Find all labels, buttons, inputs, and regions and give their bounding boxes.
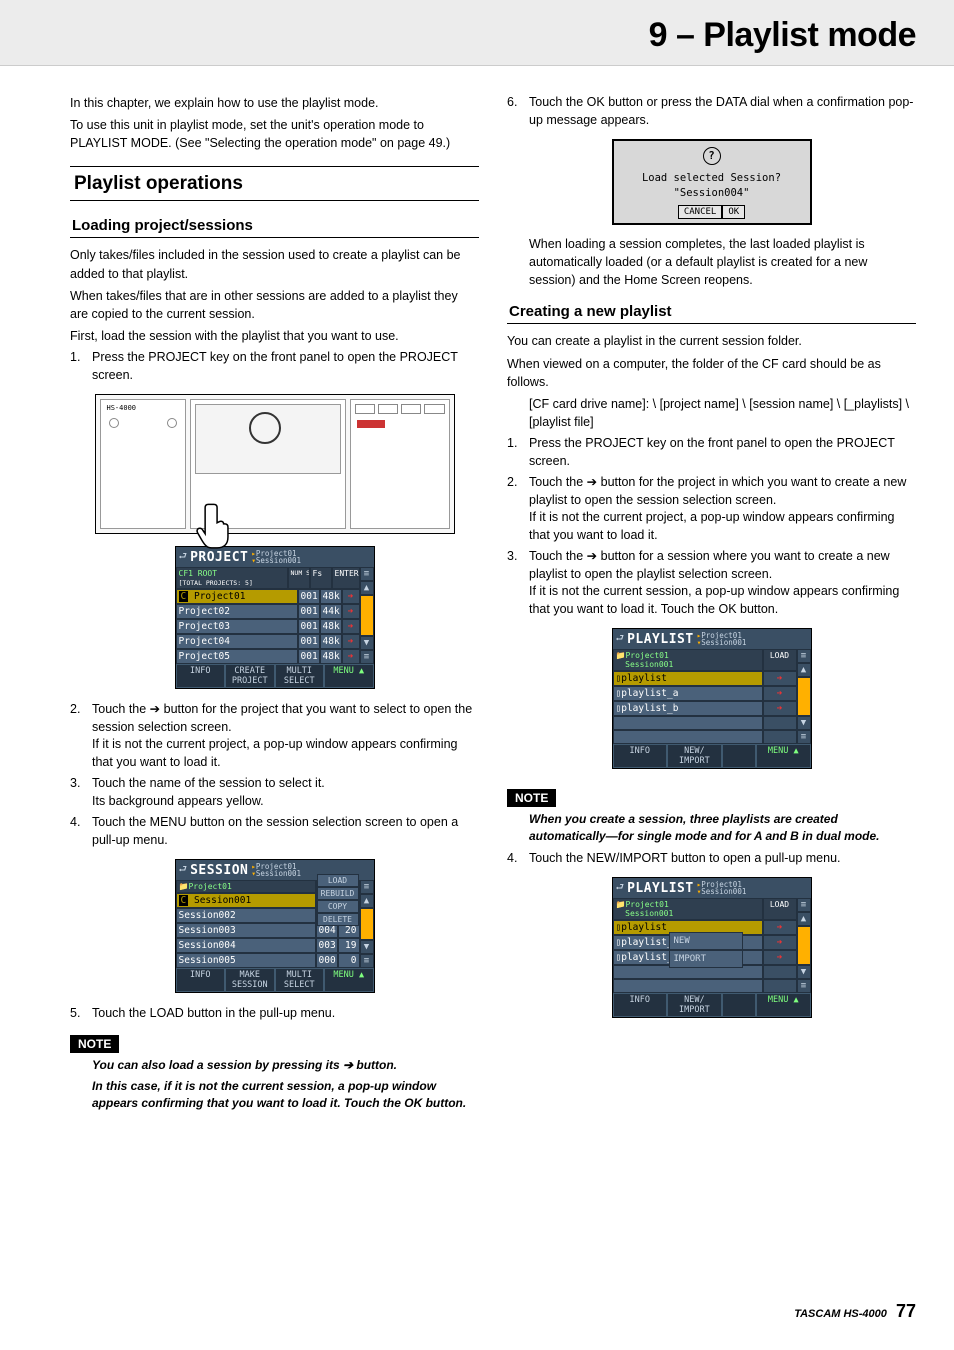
device-diagram: HS-4000 — [95, 394, 455, 534]
scroll-down-icon: ▼ — [360, 636, 374, 650]
r-step-2b: If it is not the current project, a pop-… — [529, 510, 894, 542]
new-import-pullup: NEW IMPORT — [669, 932, 743, 968]
step-3b: Its background appears yellow. — [92, 794, 264, 808]
cancel-button: CANCEL — [678, 205, 723, 219]
scroll-thumb — [360, 595, 374, 636]
step-2a: Touch the ➔ button for the project that … — [92, 702, 472, 734]
enter-arrow-icon: ➔ — [342, 589, 360, 604]
device-right-panel — [350, 399, 450, 529]
scroll-rail: ≡ ▲ ▼ ≡ — [360, 567, 374, 664]
chapter-title: 9 – Playlist mode — [0, 16, 916, 55]
note-label-r: NOTE — [507, 789, 556, 807]
device-mid-panel — [190, 399, 346, 529]
right-column: 6.Touch the OK button or press the DATA … — [507, 94, 916, 1117]
intro-para-1: In this chapter, we explain how to use t… — [70, 94, 479, 112]
back-icon: ⮐ — [179, 862, 188, 878]
scroll-bottom-icon: ≡ — [360, 650, 374, 664]
back-icon: ⮐ — [616, 880, 625, 896]
step-1: Press the PROJECT key on the front panel… — [92, 349, 479, 384]
scroll-up-icon: ▲ — [360, 581, 374, 595]
jog-wheel-icon — [249, 412, 281, 444]
path-line: [CF card drive name]: \ [project name] \… — [529, 395, 916, 431]
sub-creating: Creating a new playlist — [507, 299, 916, 324]
playlist-screen-1: ⮐ PLAYLIST ▸Project01▾Session001 📁Projec… — [612, 628, 812, 769]
step-5: Touch the LOAD button in the pull-up men… — [92, 1005, 479, 1023]
r-step-2a: Touch the ➔ button for the project in wh… — [529, 475, 906, 507]
session-screen: ⮐ SESSION ▸Project01▾Session001 📁Project… — [175, 859, 375, 993]
after-popup-para: When loading a session completes, the la… — [529, 235, 916, 289]
create-para-2: When viewed on a computer, the folder of… — [507, 355, 916, 391]
step-3a: Touch the name of the session to select … — [92, 776, 325, 790]
confirm-popup: ? Load selected Session? "Session004" CA… — [612, 139, 812, 225]
r-step-3a: Touch the ➔ button for a session where y… — [529, 549, 890, 581]
note-2: In this case, if it is not the current s… — [92, 1078, 479, 1113]
hand-icon — [193, 500, 239, 550]
page-footer: TASCAM HS-4000 77 — [794, 1301, 916, 1322]
step-6: Touch the OK button or press the DATA di… — [529, 94, 916, 129]
scroll-top-icon: ≡ — [360, 567, 374, 581]
section-playlist-operations: Playlist operations — [70, 166, 479, 201]
create-para-1: You can create a playlist in the current… — [507, 332, 916, 350]
sub-loading: Loading project/sessions — [70, 213, 479, 238]
r-step-4: Touch the NEW/IMPORT button to open a pu… — [529, 850, 916, 868]
page-number: 77 — [896, 1301, 916, 1321]
back-icon: ⮐ — [616, 631, 625, 647]
folder-icon: 📁 — [179, 882, 189, 891]
para-loading-1: Only takes/files included in the session… — [70, 246, 479, 282]
note-label: NOTE — [70, 1035, 119, 1053]
ok-button: OK — [722, 205, 745, 219]
note-r: When you create a session, three playlis… — [529, 811, 916, 846]
folder-icon: 📁 — [616, 651, 626, 660]
model-label: TASCAM HS-4000 — [794, 1308, 887, 1320]
project-screen: ⮐ PROJECT ▸Project01▾Session001 CF1 ROOT… — [175, 546, 375, 689]
playlist-screen-2: ⮐ PLAYLIST ▸Project01▾Session001 📁Projec… — [612, 877, 812, 1018]
step-2b: If it is not the current project, a pop-… — [92, 737, 457, 769]
para-loading-2: When takes/files that are in other sessi… — [70, 287, 479, 323]
intro-para-2: To use this unit in playlist mode, set t… — [70, 116, 479, 152]
device-left-panel: HS-4000 — [100, 399, 186, 529]
step-4: Touch the MENU button on the session sel… — [92, 814, 479, 849]
session-pullup-menu: LOAD REBUILD COPY DELETE — [317, 874, 359, 926]
note-1: You can also load a session by pressing … — [92, 1057, 479, 1074]
para-loading-3: First, load the session with the playlis… — [70, 327, 479, 345]
left-column: In this chapter, we explain how to use t… — [70, 94, 479, 1117]
r-step-3b: If it is not the current session, a pop-… — [529, 584, 899, 616]
back-icon: ⮐ — [179, 549, 188, 565]
chapter-header: 9 – Playlist mode — [0, 0, 954, 66]
question-icon: ? — [703, 147, 721, 165]
r-step-1: Press the PROJECT key on the front panel… — [529, 435, 916, 470]
